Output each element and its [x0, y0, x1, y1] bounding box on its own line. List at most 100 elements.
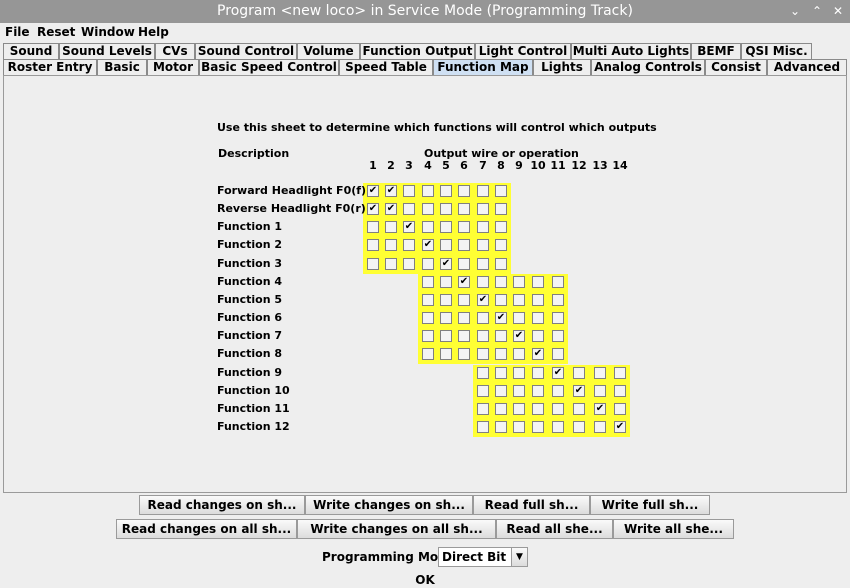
write-changes-sheet-button[interactable]: Write changes on sh... — [305, 495, 473, 515]
output-checkbox[interactable] — [552, 293, 564, 306]
output-checkbox[interactable] — [458, 348, 470, 361]
tab-function-map[interactable]: Function Map — [433, 59, 533, 75]
programming-mode-select[interactable]: Direct Bit ▼ — [438, 547, 528, 567]
output-checkbox-checked[interactable]: ✔ — [367, 203, 379, 216]
output-checkbox[interactable] — [458, 257, 470, 270]
output-checkbox[interactable] — [403, 203, 415, 216]
output-checkbox[interactable] — [440, 203, 452, 216]
output-checkbox[interactable] — [513, 366, 525, 379]
output-checkbox[interactable] — [440, 348, 452, 361]
tab-light-control[interactable]: Light Control — [475, 43, 571, 59]
maximize-icon[interactable]: ⌃ — [808, 2, 826, 20]
output-checkbox[interactable] — [385, 239, 397, 252]
output-checkbox[interactable] — [422, 257, 434, 270]
menu-window[interactable]: Window — [81, 25, 135, 39]
output-checkbox[interactable] — [477, 203, 489, 216]
output-checkbox[interactable] — [532, 312, 544, 325]
output-checkbox[interactable] — [495, 239, 507, 252]
output-checkbox[interactable] — [532, 420, 544, 433]
output-checkbox[interactable] — [422, 293, 434, 306]
menu-file[interactable]: File — [5, 25, 30, 39]
output-checkbox[interactable] — [477, 348, 489, 361]
tab-motor[interactable]: Motor — [147, 59, 199, 75]
output-checkbox[interactable] — [458, 330, 470, 343]
output-checkbox[interactable] — [477, 257, 489, 270]
output-checkbox-checked[interactable]: ✔ — [513, 330, 525, 343]
output-checkbox[interactable] — [477, 312, 489, 325]
output-checkbox[interactable] — [458, 203, 470, 216]
output-checkbox[interactable] — [477, 330, 489, 343]
output-checkbox-checked[interactable]: ✔ — [385, 203, 397, 216]
chevron-down-icon[interactable]: ▼ — [511, 548, 527, 566]
tab-consist[interactable]: Consist — [705, 59, 767, 75]
tab-lights[interactable]: Lights — [533, 59, 591, 75]
output-checkbox[interactable] — [495, 348, 507, 361]
output-checkbox[interactable] — [477, 384, 489, 397]
output-checkbox[interactable] — [513, 402, 525, 415]
output-checkbox[interactable] — [422, 348, 434, 361]
tab-speed-table[interactable]: Speed Table — [339, 59, 433, 75]
output-checkbox[interactable] — [552, 275, 564, 288]
output-checkbox[interactable] — [552, 312, 564, 325]
output-checkbox[interactable] — [477, 221, 489, 234]
output-checkbox-checked[interactable]: ✔ — [422, 239, 434, 252]
read-changes-all-sheets-button[interactable]: Read changes on all sh... — [116, 519, 297, 539]
output-checkbox[interactable] — [552, 348, 564, 361]
output-checkbox[interactable] — [552, 420, 564, 433]
output-checkbox[interactable] — [495, 257, 507, 270]
output-checkbox[interactable] — [614, 402, 626, 415]
output-checkbox[interactable] — [495, 366, 507, 379]
output-checkbox[interactable] — [532, 384, 544, 397]
output-checkbox[interactable] — [573, 420, 585, 433]
read-all-sheets-button[interactable]: Read all she... — [496, 519, 613, 539]
output-checkbox[interactable] — [477, 420, 489, 433]
tab-qsi-misc[interactable]: QSI Misc. — [741, 43, 812, 59]
output-checkbox[interactable] — [440, 330, 452, 343]
output-checkbox[interactable] — [403, 239, 415, 252]
output-checkbox-checked[interactable]: ✔ — [403, 221, 415, 234]
output-checkbox[interactable] — [614, 366, 626, 379]
tab-volume[interactable]: Volume — [297, 43, 360, 59]
menu-reset[interactable]: Reset — [37, 25, 75, 39]
output-checkbox[interactable] — [385, 221, 397, 234]
output-checkbox[interactable] — [440, 312, 452, 325]
tab-sound-control[interactable]: Sound Control — [195, 43, 297, 59]
tab-advanced[interactable]: Advanced — [767, 59, 847, 75]
output-checkbox[interactable] — [477, 275, 489, 288]
output-checkbox[interactable] — [532, 402, 544, 415]
output-checkbox[interactable] — [440, 221, 452, 234]
output-checkbox[interactable] — [532, 366, 544, 379]
output-checkbox[interactable] — [594, 420, 606, 433]
output-checkbox[interactable] — [422, 203, 434, 216]
menu-help[interactable]: Help — [138, 25, 169, 39]
output-checkbox[interactable] — [552, 402, 564, 415]
write-full-sheet-button[interactable]: Write full sh... — [590, 495, 710, 515]
tab-multi-auto-lights[interactable]: Multi Auto Lights — [571, 43, 691, 59]
output-checkbox[interactable] — [440, 293, 452, 306]
tab-basic-speed-control[interactable]: Basic Speed Control — [199, 59, 339, 75]
output-checkbox-checked[interactable]: ✔ — [458, 275, 470, 288]
output-checkbox[interactable] — [458, 221, 470, 234]
output-checkbox[interactable] — [422, 330, 434, 343]
output-checkbox[interactable] — [477, 366, 489, 379]
output-checkbox-checked[interactable]: ✔ — [573, 384, 585, 397]
output-checkbox[interactable] — [594, 384, 606, 397]
output-checkbox-checked[interactable]: ✔ — [367, 185, 379, 197]
tab-function-output[interactable]: Function Output — [360, 43, 475, 59]
output-checkbox[interactable] — [477, 402, 489, 415]
tab-roster-entry[interactable]: Roster Entry — [3, 59, 97, 75]
output-checkbox-checked[interactable]: ✔ — [385, 185, 397, 197]
output-checkbox[interactable] — [422, 312, 434, 325]
output-checkbox[interactable] — [495, 185, 507, 197]
output-checkbox[interactable] — [532, 275, 544, 288]
output-checkbox[interactable] — [614, 384, 626, 397]
output-checkbox-checked[interactable]: ✔ — [532, 348, 544, 361]
tab-cvs[interactable]: CVs — [155, 43, 195, 59]
output-checkbox[interactable] — [573, 366, 585, 379]
output-checkbox[interactable] — [513, 275, 525, 288]
output-checkbox[interactable] — [422, 275, 434, 288]
output-checkbox[interactable] — [422, 221, 434, 234]
output-checkbox-checked[interactable]: ✔ — [477, 293, 489, 306]
read-changes-sheet-button[interactable]: Read changes on sh... — [139, 495, 305, 515]
output-checkbox[interactable] — [440, 239, 452, 252]
